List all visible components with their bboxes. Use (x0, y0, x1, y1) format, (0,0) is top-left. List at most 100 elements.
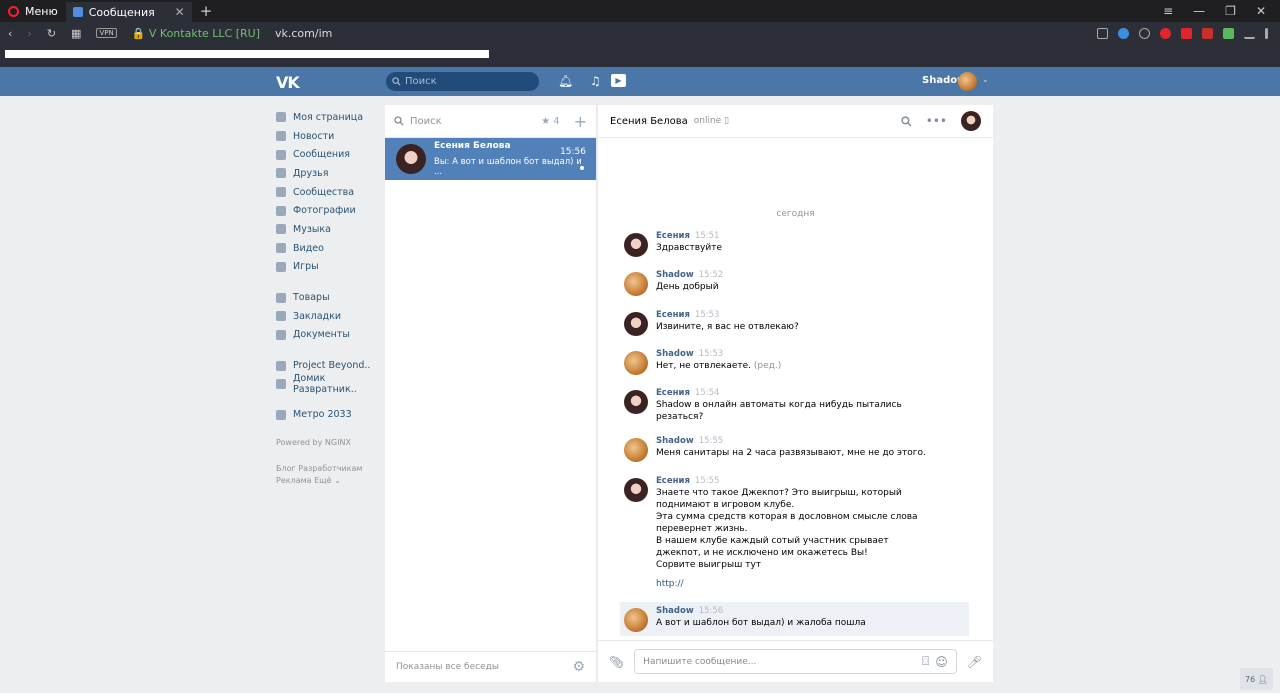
tab-close-icon[interactable]: ✕ (175, 5, 185, 19)
message-time: 15:55 (698, 436, 724, 447)
message-row[interactable]: Shadow 15:56 А вот и шаблон бот выдал) и ж… (620, 602, 969, 637)
emoji-icon[interactable]: ☺ (935, 655, 948, 669)
snapshot-icon[interactable] (1097, 27, 1108, 39)
message-row[interactable]: Есения 15:54 Shadow в онлайн автоматы когд… (624, 388, 969, 423)
message-author[interactable]: Shadow 15:56 (656, 606, 926, 616)
browser-tab-messages[interactable]: Сообщения ✕ (65, 2, 192, 22)
gear-icon[interactable]: ⚙ (572, 659, 585, 675)
more-icon[interactable] (1265, 27, 1268, 39)
nav-item[interactable]: Метро 2033 (276, 406, 376, 425)
message-row[interactable]: Есения 15:53 Извините, я вас не отвлекаю? (624, 310, 969, 336)
new-tab-button[interactable]: + (200, 2, 213, 20)
shield-icon[interactable] (1118, 27, 1129, 39)
message-link[interactable]: http:// (656, 579, 926, 589)
message-avatar[interactable] (624, 350, 648, 375)
message-avatar[interactable] (624, 477, 648, 502)
browser-menu-button[interactable]: Меню (0, 0, 66, 22)
tab-title: Сообщения (88, 5, 155, 19)
nav-item[interactable]: Друзья (276, 164, 376, 183)
nav-item[interactable]: Сообщения (276, 145, 376, 164)
notifications-bell-icon[interactable]: 🔔︎ (558, 74, 573, 88)
footer-links[interactable]: Блог Разработчикам Реклама Ещё ⌄ (276, 463, 376, 487)
user-avatar[interactable] (958, 72, 977, 91)
camera-icon[interactable]: ⌼ (922, 654, 929, 669)
nav-item-label: Сообщения (293, 149, 351, 161)
play-icon[interactable]: ▶ (611, 74, 626, 87)
paperclip-icon[interactable]: 📎︎ (609, 655, 624, 669)
extension-red-icon[interactable] (1202, 27, 1213, 39)
message-avatar[interactable] (624, 390, 648, 415)
restore-icon[interactable]: ❐ (1225, 4, 1236, 18)
chat-title[interactable]: Есения Белова (610, 116, 688, 127)
adblock-icon[interactable] (1181, 27, 1192, 39)
nav-item[interactable]: Игры (276, 258, 376, 277)
nav-item[interactable]: Сообщества (276, 183, 376, 202)
message-row[interactable]: Есения 15:51 Здравствуйте (624, 231, 969, 257)
nav-item[interactable]: Новости (276, 127, 376, 146)
music-icon[interactable]: ♫ (590, 74, 601, 88)
nav-icon (276, 168, 286, 179)
chevron-down-icon[interactable]: ⌄ (982, 75, 989, 84)
message-avatar[interactable] (624, 311, 648, 336)
footer-line-1[interactable]: Блог Разработчикам (276, 463, 376, 475)
message-row[interactable]: Shadow 15:55 Меня санитары на 2 часа развя… (624, 436, 969, 463)
close-window-icon[interactable]: ✕ (1256, 4, 1266, 18)
conversation-filter-label[interactable]: Показаны все беседы (396, 662, 499, 672)
online-friends-badge[interactable]: 76 👤︎ (1240, 668, 1273, 690)
nav-item[interactable]: Моя страница (276, 108, 376, 127)
message-author[interactable]: Shadow 15:52 (656, 270, 926, 280)
message-avatar[interactable] (624, 438, 648, 463)
speed-dial-icon[interactable]: ▦ (71, 27, 81, 40)
vk-logo[interactable]: VK (276, 73, 300, 92)
conversation-search-placeholder[interactable]: Поиск (410, 116, 442, 127)
message-input-box[interactable]: ⌼ ☺ (634, 649, 957, 674)
microphone-icon[interactable]: 🎤︎ (967, 655, 982, 669)
chat-avatar[interactable] (961, 111, 981, 131)
forward-icon[interactable]: › (27, 27, 31, 40)
vpn-badge[interactable]: VPN (96, 28, 117, 38)
search-icon[interactable] (901, 115, 912, 127)
message-author[interactable]: Есения 15:55 (656, 476, 926, 486)
back-icon[interactable]: ‹ (8, 27, 12, 40)
message-input[interactable] (643, 656, 917, 667)
message-avatar[interactable] (624, 272, 648, 297)
tab-menu-icon[interactable]: ≡ (1163, 4, 1173, 18)
message-author[interactable]: Есения 15:54 (656, 388, 926, 398)
header-search-input[interactable] (405, 76, 525, 87)
message-time: 15:51 (694, 231, 720, 241)
heart-icon[interactable] (1139, 27, 1150, 39)
favorites-star-icon[interactable]: ★ 4 (541, 116, 560, 127)
url-field[interactable]: vk.com/im (275, 27, 332, 40)
message-author[interactable]: Shadow 15:53 (656, 349, 926, 359)
reload-icon[interactable]: ↻ (47, 27, 56, 40)
nav-item[interactable]: Товары (276, 288, 376, 307)
message-author[interactable]: Shadow 15:55 (656, 436, 926, 446)
minimize-icon[interactable]: — (1193, 4, 1205, 18)
nav-item[interactable]: Документы (276, 326, 376, 345)
nav-item[interactable]: Музыка (276, 220, 376, 239)
nav-item[interactable]: Фотографии (276, 201, 376, 220)
opera-ext-icon[interactable] (1160, 27, 1171, 39)
nav-item[interactable]: Видео (276, 239, 376, 258)
more-actions-icon[interactable]: ••• (926, 114, 947, 128)
downloads-icon[interactable] (1244, 28, 1255, 39)
nav-item-label: Сообщества (293, 186, 355, 198)
message-author[interactable]: Есения 15:51 (656, 231, 926, 241)
nav-item[interactable]: Закладки (276, 307, 376, 326)
bookmarks-bar (0, 44, 1280, 67)
message-row[interactable]: Shadow 15:53 Нет, не отвлекаете. (ред.) (624, 349, 969, 375)
nav-item[interactable]: Project Beyond.. (276, 356, 376, 375)
conversation-item[interactable]: Есения Белова Вы: А вот и шаблон бот выд… (385, 138, 596, 180)
new-chat-plus-icon[interactable]: + (574, 112, 587, 131)
message-avatar[interactable] (624, 233, 648, 257)
nav-item[interactable]: Домик Разврaтник.. (276, 373, 376, 395)
secure-site-label[interactable]: 🔒 V Kontakte LLC [RU] (132, 27, 260, 40)
footer-line-2[interactable]: Реклама Ещё ⌄ (276, 475, 376, 487)
message-author[interactable]: Есения 15:53 (656, 310, 926, 320)
message-row[interactable]: Есения 15:55 Знаете что такое Джекпот? Это… (624, 476, 969, 589)
message-row[interactable]: Shadow 15:52 День добрый (624, 270, 969, 297)
message-avatar[interactable] (624, 608, 648, 633)
conversation-search[interactable]: Поиск ★ 4 + (385, 105, 596, 138)
header-search[interactable] (386, 72, 539, 91)
download-ext-icon[interactable] (1223, 27, 1234, 39)
